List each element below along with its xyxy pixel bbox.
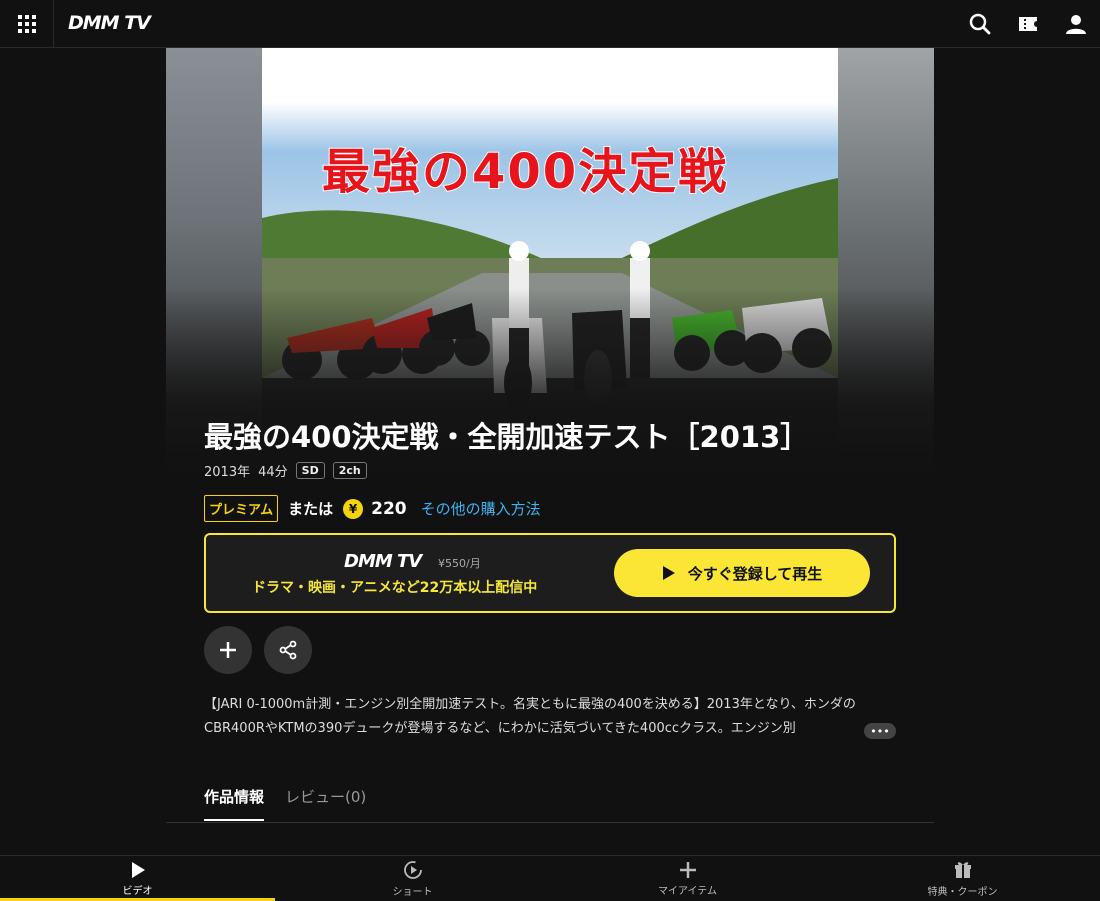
video-meta: 2013年 44分 SD 2ch xyxy=(204,461,367,480)
cta-label: 今すぐ登録して再生 xyxy=(687,564,823,583)
promo-price: ¥550/月 xyxy=(438,557,481,570)
search-icon[interactable] xyxy=(968,12,992,36)
share-icon xyxy=(279,640,297,660)
add-icon xyxy=(220,642,236,658)
expand-description-button[interactable]: ••• xyxy=(864,723,896,739)
audio-tag: 2ch xyxy=(332,462,367,479)
duration: 44分 xyxy=(258,465,288,480)
video-title: 最強の400決定戦・全開加速テスト［2013］ xyxy=(204,420,810,454)
nav-benefits[interactable]: 特典・クーポン xyxy=(825,856,1100,901)
promo-text: ドラマ・映画・アニメなど22万本以上配信中 xyxy=(252,580,538,596)
video-description: 【JARI 0-1000m計測・エンジン別全開加速テスト。名実ともに最強の400… xyxy=(204,697,856,736)
subscription-promo: DMM TV ¥550/月 ドラマ・映画・アニメなど22万本以上配信中 今すぐ登… xyxy=(204,533,896,613)
gift-icon xyxy=(954,861,971,878)
short-icon xyxy=(403,860,422,879)
nav-short[interactable]: ショート xyxy=(275,856,550,901)
price-row: プレミアム または ¥ 220 その他の購入方法 xyxy=(204,495,541,522)
ticket-icon[interactable] xyxy=(1016,12,1040,36)
grid-menu-button[interactable] xyxy=(0,0,54,48)
dmm-tv-logo[interactable]: DMM TV xyxy=(68,12,151,34)
plus-icon xyxy=(679,861,696,878)
nav-benefits-label: 特典・クーポン xyxy=(927,886,998,898)
subscribe-play-button[interactable]: 今すぐ登録して再生 xyxy=(614,549,870,597)
add-to-list-button[interactable] xyxy=(204,626,252,674)
play-icon xyxy=(662,566,675,580)
release-year: 2013年 xyxy=(204,465,251,480)
top-header: DMM TV xyxy=(0,0,1100,48)
yen-icon: ¥ xyxy=(343,498,364,519)
price-value: 220 xyxy=(371,498,407,519)
share-button[interactable] xyxy=(264,626,312,674)
nav-my-items[interactable]: マイアイテム xyxy=(550,856,825,901)
premium-badge: プレミアム xyxy=(204,495,279,522)
nav-video-label: ビデオ xyxy=(122,885,153,897)
tab-work-info[interactable]: 作品情報 xyxy=(204,786,265,821)
tab-reviews[interactable]: レビュー(0) xyxy=(285,786,366,819)
or-label: または xyxy=(288,500,334,518)
user-icon[interactable] xyxy=(1064,12,1088,36)
content-tabs: 作品情報 レビュー(0) xyxy=(166,778,934,823)
nav-short-label: ショート xyxy=(392,886,433,898)
other-purchase-link[interactable]: その他の購入方法 xyxy=(421,498,541,519)
nav-video[interactable]: ビデオ xyxy=(0,856,275,901)
promo-logo: DMM TV xyxy=(344,551,422,572)
bottom-navigation: ビデオ ショート マイアイテム 特典・クーポン xyxy=(0,855,1100,901)
quality-tag: SD xyxy=(295,462,325,479)
grid-menu-icon xyxy=(17,15,36,33)
thumbnail-title: 最強の400決定戦 xyxy=(321,143,729,201)
nav-my-items-label: マイアイテム xyxy=(658,885,717,897)
main-content: 最強の400決定戦 最強の400決定戦・全開加速テスト［2013］ 2013年 … xyxy=(166,48,934,856)
play-icon xyxy=(131,861,145,878)
